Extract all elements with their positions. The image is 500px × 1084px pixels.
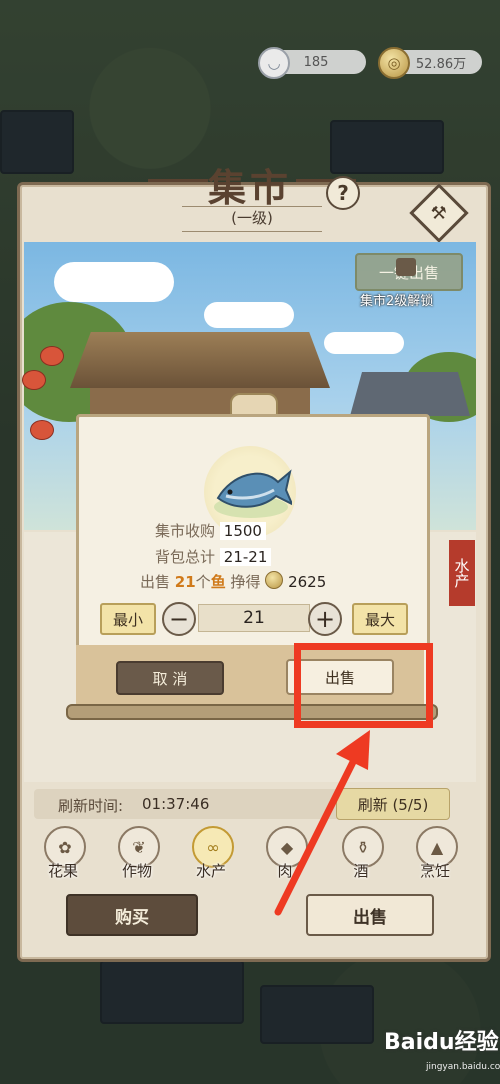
tab-crop[interactable]: ❦ 作物 xyxy=(110,826,164,882)
lantern xyxy=(30,420,54,440)
cloud xyxy=(324,332,404,354)
sell-summary-row: 出售 21个鱼 挣得 2625 xyxy=(140,571,326,592)
tab-label: 水产 xyxy=(195,862,226,880)
coin-value: 52.86万 xyxy=(415,56,467,72)
cloud xyxy=(54,262,174,302)
sell-item: 鱼 xyxy=(210,573,226,591)
market-buy-value: 1500 xyxy=(219,522,266,540)
market-buy-row: 集市收购 1500 xyxy=(155,520,266,541)
distant-house xyxy=(350,372,470,416)
tab-label: 花果 xyxy=(47,862,78,880)
hammer-icon: ⚒ xyxy=(430,202,448,224)
market-title: 集市 xyxy=(207,165,292,210)
help-button[interactable]: ? xyxy=(326,176,360,210)
tab-label: 作物 xyxy=(121,862,152,880)
market-level: (一级) xyxy=(182,206,322,232)
bag-total-value: 21-21 xyxy=(219,548,272,566)
annotation-arrow xyxy=(274,730,370,916)
earn-value: 2625 xyxy=(288,573,327,591)
bag-total-label: 背包总计 xyxy=(155,548,216,566)
bowl-value: 185 xyxy=(303,54,329,70)
watermark-url: jingyan.baidu.com xyxy=(426,1062,500,1072)
unlock-note: 集市2级解锁 xyxy=(360,294,434,309)
buy-button[interactable]: 购买 xyxy=(66,894,198,936)
quantity-input[interactable]: 21 xyxy=(198,604,310,632)
watermark: Baidu经验 xyxy=(384,1030,499,1055)
title-decoration-left xyxy=(148,179,208,182)
sell-prefix: 出售 xyxy=(140,573,171,591)
refresh-time: 01:37:46 xyxy=(142,795,210,813)
min-button[interactable]: 最小 xyxy=(100,603,156,635)
tab-label: 烹饪 xyxy=(419,862,450,880)
coin-icon: ◎ xyxy=(378,47,410,79)
earn-label: 挣得 xyxy=(230,573,261,591)
sell-count: 21 xyxy=(174,573,196,591)
lantern xyxy=(22,370,46,390)
category-tag: 水产 xyxy=(449,540,475,606)
refresh-label: 刷新时间: xyxy=(58,797,124,815)
fish-icon xyxy=(216,469,292,508)
market-buy-label: 集市收购 xyxy=(155,522,216,540)
decrease-button[interactable]: − xyxy=(162,602,196,636)
tab-aquatic[interactable]: ∞ 水产 xyxy=(184,826,238,882)
bowl-currency: ◡ 185 xyxy=(258,47,366,79)
bowl-icon: ◡ xyxy=(258,47,290,79)
max-button[interactable]: 最大 xyxy=(352,603,408,635)
lantern xyxy=(40,346,64,366)
tab-flower-fruit[interactable]: ✿ 花果 xyxy=(36,826,90,882)
coin-currency: ◎ 52.86万 xyxy=(378,47,482,79)
lock-icon xyxy=(396,258,416,276)
highlight-box xyxy=(294,643,433,728)
cancel-button[interactable]: 取 消 xyxy=(116,661,224,695)
tab-cooking[interactable]: ▲ 烹饪 xyxy=(408,826,462,882)
cloud xyxy=(204,302,294,328)
increase-button[interactable]: + xyxy=(308,602,342,636)
coin-icon xyxy=(265,571,284,589)
bag-total-row: 背包总计 21-21 xyxy=(155,546,272,567)
sell-unit: 个 xyxy=(195,573,211,591)
